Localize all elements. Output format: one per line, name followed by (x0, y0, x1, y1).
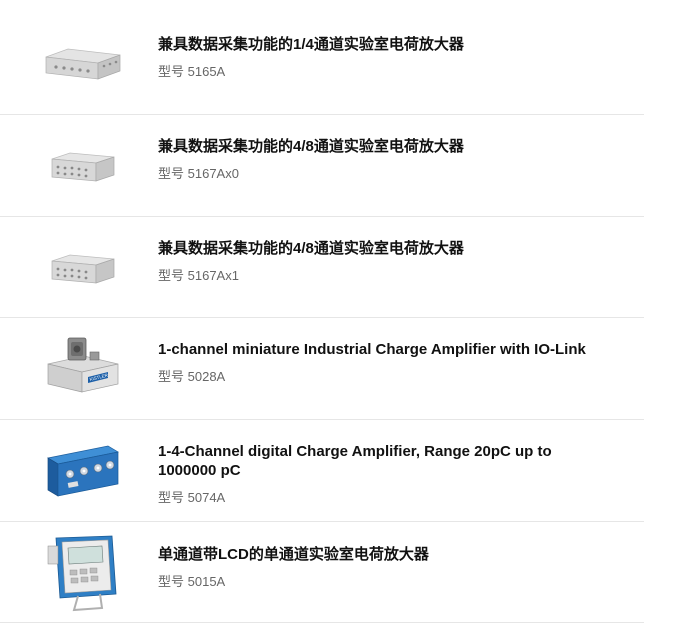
product-title[interactable]: 1-4-Channel digital Charge Amplifier, Ra… (158, 442, 604, 480)
handheld-lcd-amplifier-image[interactable] (38, 532, 128, 612)
grey-box-amplifier-image[interactable] (38, 33, 128, 93)
product-item-5167ax0[interactable]: 兼具数据采集功能的4/8通道实验室电荷放大器 型号 5167Ax0 (0, 115, 644, 217)
product-list: 兼具数据采集功能的1/4通道实验室电荷放大器 型号 5165A 兼具数据采集功能… (0, 13, 644, 623)
model-number: 型号 5167Ax1 (158, 268, 239, 283)
product-title[interactable]: 1-channel miniature Industrial Charge Am… (158, 340, 604, 359)
product-item-5167ax1[interactable]: 兼具数据采集功能的4/8通道实验室电荷放大器 型号 5167Ax1 (0, 217, 644, 318)
grey-box-amplifier-image[interactable] (38, 137, 128, 197)
product-item-5015a[interactable]: 单通道带LCD的单通道实验室电荷放大器 型号 5015A (0, 522, 644, 623)
product-title[interactable]: 兼具数据采集功能的4/8通道实验室电荷放大器 (158, 239, 604, 258)
miniature-amplifier-image[interactable]: KISTLER (38, 334, 128, 394)
blue-multichannel-amplifier-image[interactable] (38, 436, 128, 497)
product-title[interactable]: 兼具数据采集功能的1/4通道实验室电荷放大器 (158, 35, 604, 54)
model-number: 型号 5074A (158, 490, 226, 505)
model-number: 型号 5028A (158, 369, 226, 384)
product-item-5028a[interactable]: KISTLER 1-channel miniature Industrial C… (0, 318, 644, 420)
product-title[interactable]: 兼具数据采集功能的4/8通道实验室电荷放大器 (158, 137, 604, 156)
grey-box-amplifier-image[interactable] (38, 239, 128, 299)
product-item-5165a[interactable]: 兼具数据采集功能的1/4通道实验室电荷放大器 型号 5165A (0, 13, 644, 115)
model-number: 型号 5167Ax0 (158, 166, 239, 181)
model-number: 型号 5165A (158, 64, 226, 79)
product-item-5074a[interactable]: 1-4-Channel digital Charge Amplifier, Ra… (0, 420, 644, 522)
product-title[interactable]: 单通道带LCD的单通道实验室电荷放大器 (158, 545, 604, 564)
model-number: 型号 5015A (158, 574, 226, 589)
